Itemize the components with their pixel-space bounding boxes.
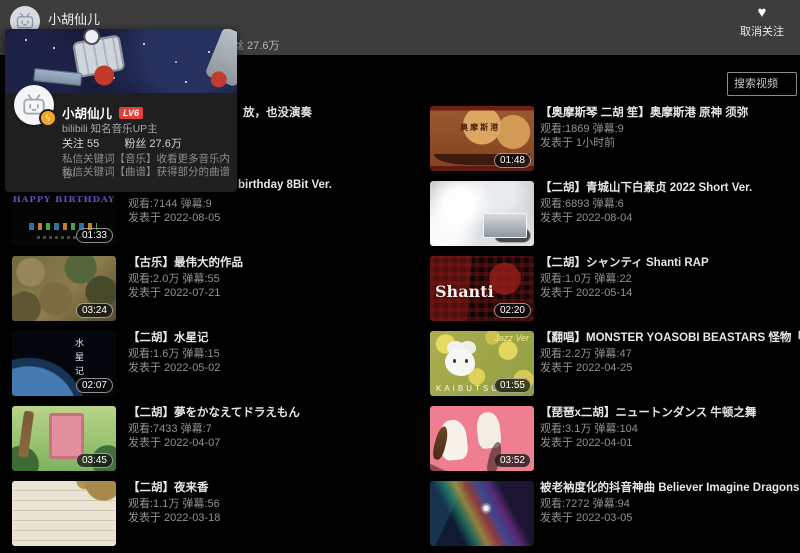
thumbnail-text-2: Jazz Ver	[494, 333, 529, 343]
video-title[interactable]: 【古乐】最伟大的作品	[128, 254, 400, 270]
video-thumbnail[interactable]: 水星记 02:07	[12, 331, 116, 396]
video-date: 发表于 2022-04-25	[540, 359, 632, 375]
profile-name[interactable]: 小胡仙儿	[62, 103, 112, 122]
stars-decoration	[25, 39, 27, 41]
profile-card: 小胡仙儿 LV6 bilibili 知名音乐UP主 关注 55 粉丝 27.6万…	[5, 29, 237, 192]
video-title[interactable]: 【二胡】シャンティ Shanti RAP	[540, 254, 800, 270]
video-date: 发表于 1小时前	[540, 134, 615, 150]
video-thumbnail[interactable]: 03:45	[12, 406, 116, 471]
video-thumbnail[interactable]	[430, 481, 534, 546]
thumbnail-text: Shanti	[435, 282, 494, 301]
video-title[interactable]: 【翻唱】MONSTER YOASOBI BEASTARS 怪物「Kaibutsu…	[540, 329, 800, 345]
video-thumbnail[interactable]	[12, 481, 116, 546]
duration-badge: 01:48	[494, 153, 531, 168]
duration-badge: 02:20	[494, 303, 531, 318]
profile-stats: 关注 55 粉丝 27.6万	[62, 135, 204, 151]
video-thumbnail[interactable]: 01:12	[430, 181, 534, 246]
character-illustration	[82, 29, 102, 46]
video-date: 发表于 2022-05-02	[128, 359, 220, 375]
video-item[interactable]: 被老衲度化的抖音神曲 Believer Imagine Dragons 观看:7…	[430, 478, 800, 553]
following-stat[interactable]: 关注 55	[62, 138, 99, 150]
level-badge: LV6	[119, 107, 143, 119]
video-thumbnail[interactable]: Shanti 02:20	[430, 256, 534, 321]
video-date: 发表于 2022-03-18	[128, 509, 220, 525]
video-thumbnail[interactable]: KAIBUTSU Jazz Ver 01:55	[430, 331, 534, 396]
video-date: 发表于 2022-04-01	[540, 434, 632, 450]
followers-stat[interactable]: 粉丝 27.6万	[124, 138, 181, 150]
duration-badge: 01:55	[494, 378, 531, 393]
username: 小胡仙儿	[48, 9, 100, 28]
duration-badge: 02:07	[76, 378, 113, 393]
thumbnail-text: 水星记	[73, 338, 86, 380]
video-title[interactable]: 被老衲度化的抖音神曲 Believer Imagine Dragons	[540, 479, 800, 495]
solar-panel	[33, 68, 82, 86]
video-item[interactable]: 水星记 02:07 【二胡】水星记 观看:1.6万 弹幕:15 发表于 2022…	[12, 328, 402, 403]
heart-icon	[730, 5, 794, 21]
profile-avatar[interactable]	[14, 85, 54, 125]
video-date: 发表于 2022-04-07	[128, 434, 220, 450]
video-item[interactable]: 【二胡】夜来香 观看:1.1万 弹幕:56 发表于 2022-03-18	[12, 478, 402, 553]
video-item[interactable]: KAIBUTSU Jazz Ver 01:55 【翻唱】MONSTER YOAS…	[430, 328, 800, 403]
duration-badge: 01:12	[494, 228, 531, 243]
video-item[interactable]: 03:24 【古乐】最伟大的作品 观看:2.0万 弹幕:55 发表于 2022-…	[12, 253, 402, 328]
duration-badge: 01:33	[76, 228, 113, 243]
thumbnail-text: 奥摩斯港	[460, 122, 500, 133]
video-item[interactable]: 01:12 【二胡】青城山下白素贞 2022 Short Ver. 观看:689…	[430, 178, 800, 253]
video-title[interactable]: 【二胡】夢をかなえてドラえもん	[128, 404, 400, 420]
bilibili-tv-icon	[15, 11, 35, 31]
lightning-badge-icon	[39, 109, 57, 127]
video-title[interactable]: 【琵琶x二胡】ニュートンダンス 牛顿之舞	[540, 404, 800, 420]
thumbnail-text: KAIBUTSU	[436, 384, 500, 393]
duration-badge: 03:24	[76, 303, 113, 318]
video-date: 发表于 2022-07-21	[128, 284, 220, 300]
video-item[interactable]: 奥摩斯港 01:48 【奥摩斯琴 二胡 笙】奥摩斯港 原神 须弥 观看:1869…	[430, 103, 800, 178]
duration-badge: 03:52	[494, 453, 531, 468]
search-input[interactable]	[727, 72, 797, 96]
rabbit-eyes-decoration	[453, 359, 456, 363]
video-item[interactable]: 03:45 【二胡】夢をかなえてドラえもん 观看:7433 弹幕:7 发表于 2…	[12, 403, 402, 478]
video-date: 发表于 2022-08-05	[128, 209, 220, 225]
unfollow-button[interactable]: 取消关注	[730, 5, 794, 39]
video-title[interactable]: 【二胡】水星记	[128, 329, 400, 345]
video-date: 发表于 2022-03-05	[540, 509, 632, 525]
satellite-illustration	[58, 32, 130, 85]
duration-badge: 03:45	[76, 453, 113, 468]
video-title[interactable]: 【奥摩斯琴 二胡 笙】奥摩斯港 原神 须弥	[540, 104, 800, 120]
video-item[interactable]: 03:52 【琵琶x二胡】ニュートンダンス 牛顿之舞 观看:3.1万 弹幕:10…	[430, 403, 800, 478]
video-thumbnail[interactable]: 奥摩斯港 01:48	[430, 106, 534, 171]
bio-line-2: 私信关键词【曲谱】获得部分的曲谱	[62, 164, 230, 179]
thumbnail-text: HAPPY BIRTHDAY	[12, 195, 116, 205]
video-date: 发表于 2022-08-04	[540, 209, 632, 225]
video-title[interactable]: 【二胡】青城山下白素贞 2022 Short Ver.	[540, 179, 800, 195]
profile-banner	[5, 29, 237, 93]
video-date: 发表于 2022-05-14	[540, 284, 632, 300]
video-title[interactable]: 【二胡】夜来香	[128, 479, 400, 495]
video-thumbnail[interactable]: 03:24	[12, 256, 116, 321]
unfollow-label: 取消关注	[730, 23, 794, 39]
video-item[interactable]: Shanti 02:20 【二胡】シャンティ Shanti RAP 观看:1.0…	[430, 253, 800, 328]
video-thumbnail[interactable]: 03:52	[430, 406, 534, 471]
profile-subtitle: bilibili 知名音乐UP主	[62, 121, 158, 136]
satellite-illustration-2	[204, 29, 237, 87]
